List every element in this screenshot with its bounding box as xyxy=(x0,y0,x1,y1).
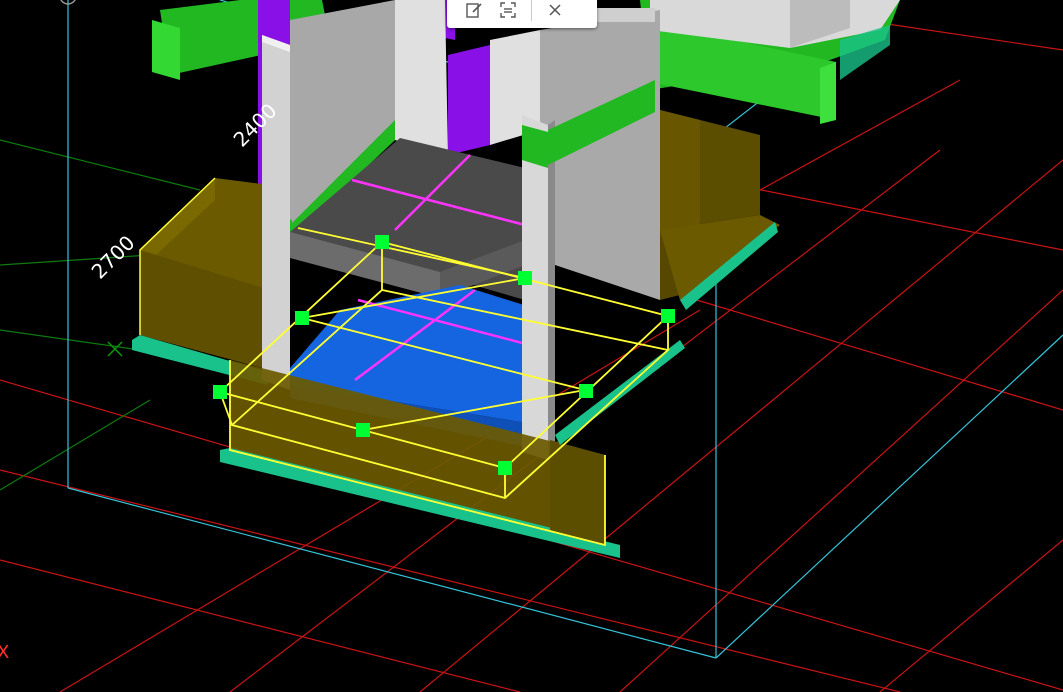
column-right xyxy=(522,115,555,460)
axis-origin-marker xyxy=(107,341,123,357)
close-button[interactable] xyxy=(538,0,572,25)
toolbar-separator xyxy=(531,0,532,21)
3d-viewport[interactable]: 2400 2700 X xyxy=(0,0,1063,692)
grip-point xyxy=(356,423,370,437)
grip-point xyxy=(498,461,512,475)
select-similar-button[interactable] xyxy=(491,0,525,25)
floating-toolbar xyxy=(447,0,597,28)
grip-point xyxy=(579,384,593,398)
edit-icon xyxy=(466,3,482,18)
grip-point xyxy=(375,235,389,249)
3d-model-scene[interactable]: 2400 2700 X xyxy=(0,0,1063,692)
foundation-block-left xyxy=(132,177,270,385)
axis-label-x: X xyxy=(0,642,9,663)
dimension-label-2700: 2700 xyxy=(87,231,140,284)
grip-point xyxy=(518,271,532,285)
foundation-block-back xyxy=(660,110,780,310)
grip-point xyxy=(213,385,227,399)
grip-point xyxy=(295,311,309,325)
close-icon xyxy=(549,4,561,16)
grip-point xyxy=(661,309,675,323)
select-similar-icon xyxy=(500,2,516,18)
column-left xyxy=(262,35,290,390)
edit-button[interactable] xyxy=(457,0,491,25)
